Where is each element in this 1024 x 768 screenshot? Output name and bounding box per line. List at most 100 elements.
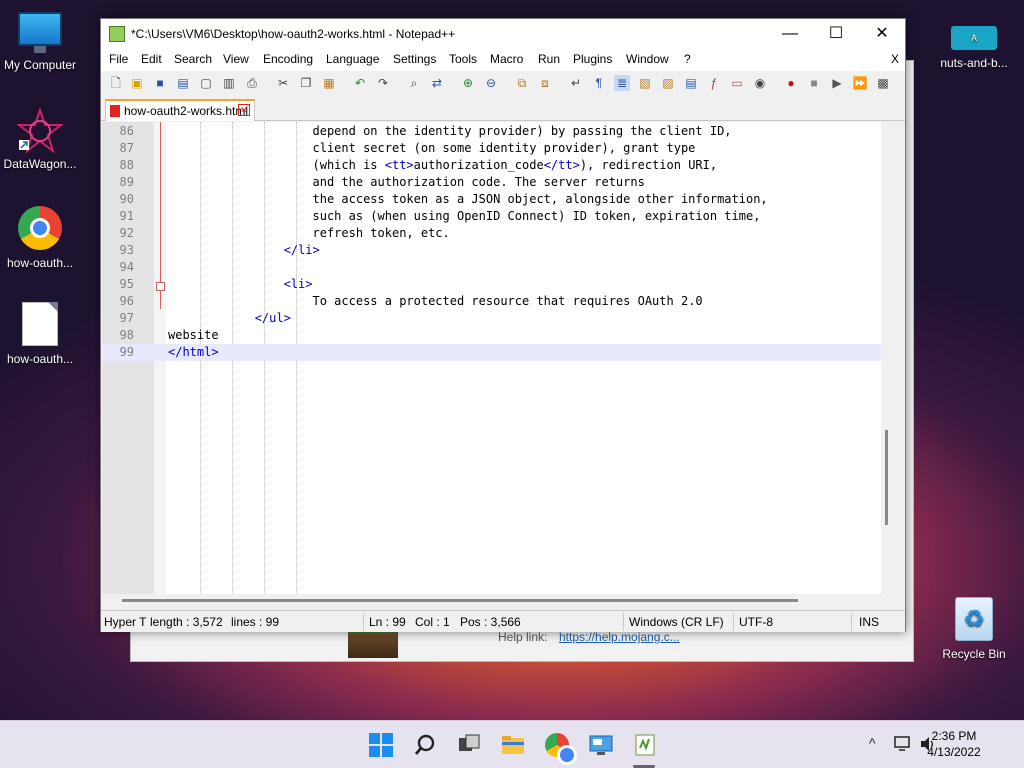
menu-run[interactable]: Run [538, 52, 560, 66]
close-document-button[interactable]: X [891, 52, 899, 66]
grass-block-image [348, 630, 398, 658]
save-all-icon[interactable]: ▤ [175, 75, 191, 91]
menu-edit[interactable]: Edit [141, 52, 162, 66]
code-line[interactable]: 96 To access a protected resource that r… [102, 293, 892, 310]
save-macro-icon[interactable]: ▩ [875, 75, 891, 91]
desktop-icon-recycle-bin[interactable]: ♻ Recycle Bin [934, 597, 1014, 661]
menu-window[interactable]: Window [626, 52, 669, 66]
doc-list-icon[interactable]: ▤ [683, 75, 699, 91]
help-link[interactable]: https://help.mojang.c... [559, 630, 680, 644]
menu-search[interactable]: Search [174, 52, 212, 66]
control-panel-icon[interactable] [589, 733, 613, 757]
folder-workspace-icon[interactable]: ▭ [729, 75, 745, 91]
network-icon[interactable] [894, 735, 912, 753]
status-insert-mode[interactable]: INS [859, 615, 879, 629]
monitor-icon[interactable]: ◉ [752, 75, 768, 91]
menu-settings[interactable]: Settings [393, 52, 436, 66]
search-icon[interactable] [413, 733, 437, 757]
zoom-out-icon[interactable]: ⊖ [483, 75, 499, 91]
minimize-button[interactable]: — [767, 19, 813, 49]
code-text: refresh token, etc. [168, 225, 449, 242]
function-list-icon[interactable]: ƒ [706, 75, 722, 91]
replace-icon[interactable]: ⇄ [429, 75, 445, 91]
open-icon[interactable]: ▣ [129, 75, 145, 91]
copy-icon[interactable]: ❐ [298, 75, 314, 91]
code-line[interactable]: 91 such as (when using OpenID Connect) I… [102, 208, 892, 225]
stop-macro-icon[interactable]: ■ [806, 75, 822, 91]
run-macro-multiple-icon[interactable]: ⏩ [852, 75, 868, 91]
sync-v-icon[interactable]: ⧉ [514, 75, 530, 91]
status-eol[interactable]: Windows (CR LF) [629, 615, 724, 629]
redo-icon[interactable]: ↷ [375, 75, 391, 91]
code-line[interactable]: 94 [102, 259, 892, 276]
code-line[interactable]: 93 </li> [102, 242, 892, 259]
indent-guide-icon[interactable]: ≣ [614, 75, 630, 91]
file-explorer-icon[interactable] [501, 733, 525, 757]
maximize-button[interactable]: ☐ [813, 19, 859, 49]
close-icon[interactable]: ▢ [198, 75, 214, 91]
menu-file[interactable]: File [109, 52, 128, 66]
notepad-plus-plus-taskbar-icon[interactable] [633, 733, 657, 757]
code-line[interactable]: 97 </ul> [102, 310, 892, 327]
status-encoding[interactable]: UTF-8 [739, 615, 773, 629]
tab-close-button[interactable]: ✕ [238, 104, 250, 116]
menu-view[interactable]: View [223, 52, 249, 66]
code-line[interactable]: 95 <li> [102, 276, 892, 293]
code-line[interactable]: 98 website [102, 327, 892, 344]
menu-plugins[interactable]: Plugins [573, 52, 612, 66]
cut-icon[interactable]: ✂ [275, 75, 291, 91]
find-icon[interactable]: ⌕ [406, 75, 422, 91]
menu-language[interactable]: Language [326, 52, 379, 66]
code-line[interactable]: 99 </html> [102, 344, 892, 361]
desktop-icon-nuts-and-bolts[interactable]: A nuts-and-b... [934, 26, 1014, 70]
clock-date[interactable]: 4/13/2022 [924, 745, 984, 759]
menu-help[interactable]: ? [684, 52, 691, 66]
close-all-icon[interactable]: ▥ [221, 75, 237, 91]
code-line[interactable]: 90 the access token as a JSON object, al… [102, 191, 892, 208]
record-macro-icon[interactable]: ● [783, 75, 799, 91]
code-line[interactable]: 87 client secret (on some identity provi… [102, 140, 892, 157]
tray-overflow-chevron[interactable]: ^ [869, 735, 876, 751]
undo-icon[interactable]: ↶ [352, 75, 368, 91]
desktop-icon-chrome-shortcut[interactable]: how-oauth... [0, 206, 80, 270]
task-view-icon[interactable] [457, 733, 481, 757]
chrome-taskbar-icon[interactable] [545, 733, 577, 765]
all-chars-icon[interactable]: ¶ [591, 75, 607, 91]
play-macro-icon[interactable]: ▶ [829, 75, 845, 91]
status-lines: lines : 99 [231, 615, 280, 629]
menu-tools[interactable]: Tools [449, 52, 477, 66]
new-icon[interactable]: 🗋 [108, 75, 124, 91]
vertical-scrollbar[interactable] [881, 122, 893, 594]
code-line[interactable]: 88 (which is <tt>authorization_code</tt>… [102, 157, 892, 174]
menu-encoding[interactable]: Encoding [263, 52, 313, 66]
start-button[interactable] [369, 733, 393, 757]
close-window-button[interactable]: ✕ [859, 19, 905, 49]
code-line[interactable]: 86 depend on the identity provider) by p… [102, 123, 892, 140]
udl-icon[interactable]: ▧ [637, 75, 653, 91]
save-icon[interactable]: ■ [152, 75, 168, 91]
desktop-icon-datawagon[interactable]: DataWagon... [0, 108, 80, 171]
editor-area[interactable]: 86 depend on the identity provider) by p… [102, 122, 892, 594]
sync-h-icon[interactable]: ⧈ [537, 75, 553, 91]
code-line[interactable]: 89 and the authorization code. The serve… [102, 174, 892, 191]
paste-icon[interactable]: ▦ [321, 75, 337, 91]
clock-time[interactable]: 2:36 PM [924, 729, 984, 743]
code-line[interactable]: 92 refresh token, etc. [102, 225, 892, 242]
zoom-in-icon[interactable]: ⊕ [460, 75, 476, 91]
desktop-icon-html-file[interactable]: how-oauth... [0, 302, 80, 366]
code-text: </html> [168, 344, 219, 361]
desktop-icon-my-computer[interactable]: My Computer [0, 12, 80, 72]
doc-map-icon[interactable]: ▨ [660, 75, 676, 91]
unsaved-file-icon [110, 105, 120, 117]
menu-macro[interactable]: Macro [490, 52, 523, 66]
vertical-scroll-thumb[interactable] [885, 430, 888, 525]
horizontal-scrollbar[interactable] [102, 594, 892, 608]
title-bar[interactable]: *C:\Users\VM6\Desktop\how-oauth2-works.h… [101, 19, 905, 49]
tab-how-oauth2-works[interactable]: how-oauth2-works.html ✕ [105, 99, 255, 121]
wrap-icon[interactable]: ↵ [568, 75, 584, 91]
print-icon[interactable]: ⎙ [244, 75, 260, 91]
horizontal-scroll-thumb[interactable] [122, 599, 798, 602]
line-number: 97 [119, 311, 134, 325]
